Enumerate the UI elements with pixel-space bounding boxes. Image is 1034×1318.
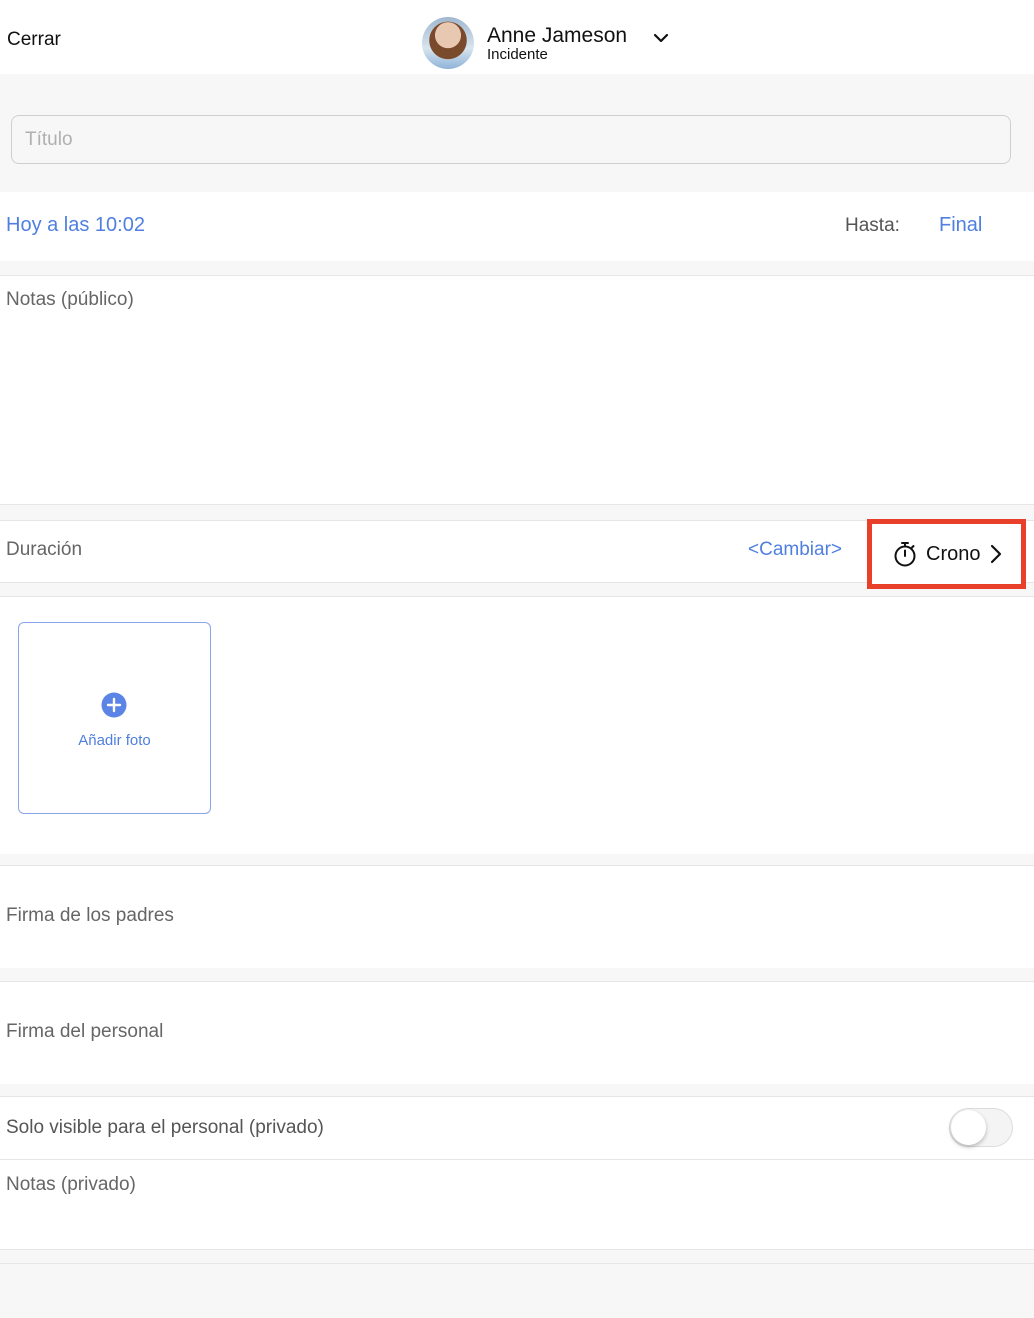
title-input[interactable]: [11, 115, 1011, 164]
timer-label: Crono: [926, 542, 981, 565]
plus-circle-icon: [101, 692, 127, 718]
change-duration-link[interactable]: <Cambiar>: [748, 539, 842, 561]
chevron-right-icon: [991, 544, 1002, 564]
stopwatch-icon: [894, 542, 916, 567]
avatar: [422, 17, 474, 69]
parents-signature-label: Firma de los padres: [6, 905, 174, 926]
public-notes-label: Notas (público): [6, 289, 134, 310]
private-visibility-toggle[interactable]: [949, 1108, 1013, 1147]
profile-subtitle: Incidente: [487, 45, 548, 63]
until-value-link[interactable]: Final: [939, 214, 982, 237]
timer-button[interactable]: Crono: [867, 519, 1026, 589]
chevron-down-icon[interactable]: [651, 28, 671, 48]
add-photo-button[interactable]: [18, 622, 211, 814]
private-visibility-label: Solo visible para el personal (privado): [6, 1117, 324, 1138]
toggle-knob: [951, 1110, 986, 1145]
private-notes-label: Notas (privado): [6, 1174, 136, 1195]
duration-label: Duración: [6, 539, 83, 560]
staff-signature-label: Firma del personal: [6, 1021, 164, 1042]
profile-selector[interactable]: Anne Jameson Incidente: [422, 17, 627, 69]
start-date-link[interactable]: Hoy a las 10:02: [6, 214, 145, 237]
close-button[interactable]: Cerrar: [7, 29, 61, 51]
divider: [0, 1263, 1034, 1264]
until-label: Hasta:: [845, 215, 900, 236]
add-photo-label: Añadir foto: [78, 732, 151, 749]
profile-name: Anne Jameson: [487, 23, 628, 47]
